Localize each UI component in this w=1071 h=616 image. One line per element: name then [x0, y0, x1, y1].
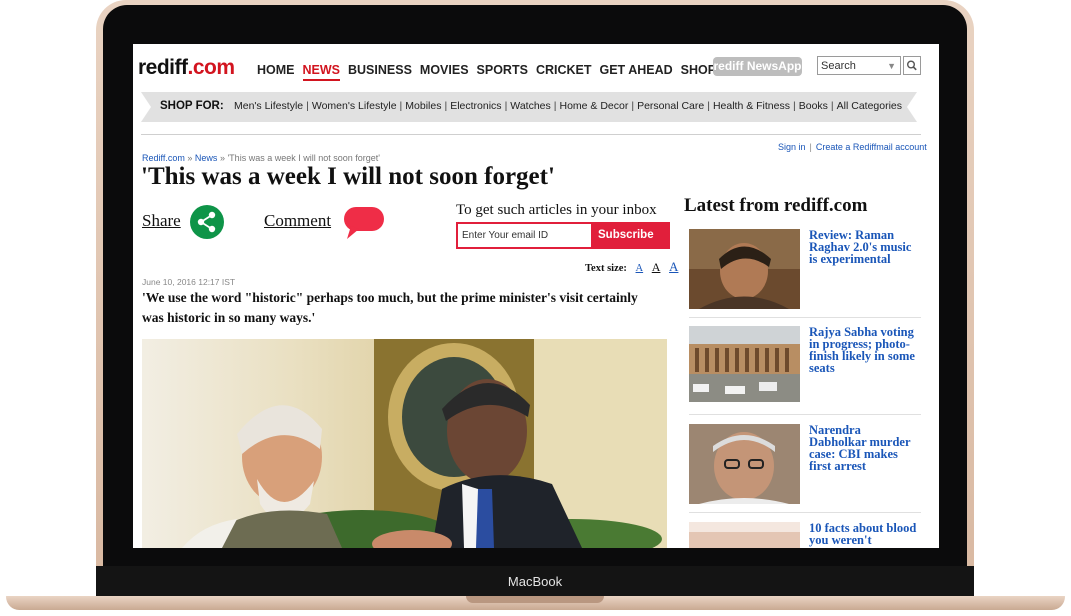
breadcrumb-separator: » [219, 153, 225, 163]
story-title[interactable]: Narendra Dabholkar murder case: CBI make… [809, 424, 921, 473]
laptop-notch [466, 596, 604, 603]
shop-link[interactable]: Watches [507, 100, 553, 112]
breadcrumb-separator: » [187, 153, 193, 163]
comment-bubble-icon[interactable] [343, 206, 385, 239]
share-icon[interactable] [190, 205, 224, 239]
story-thumbnail[interactable] [689, 229, 800, 309]
nav-news[interactable]: NEWS [302, 63, 340, 81]
story-title[interactable]: 10 facts about blood you weren't [809, 522, 921, 547]
nav-movies[interactable]: MOVIES [420, 63, 469, 81]
logo-suffix: .com [187, 56, 236, 79]
story-thumbnail[interactable] [689, 326, 800, 406]
nav-cricket[interactable]: CRICKET [536, 63, 592, 81]
nav-home[interactable]: HOME [257, 63, 295, 81]
text-size-control: Text size: A A A [585, 259, 678, 275]
breadcrumb-section[interactable]: News [195, 153, 218, 163]
search-button[interactable] [903, 56, 921, 75]
logo-main: rediff [138, 56, 188, 79]
nav-get-ahead[interactable]: GET AHEAD [600, 63, 673, 81]
article-photo [142, 339, 667, 548]
shop-link[interactable]: Books [796, 100, 831, 112]
text-size-label: Text size: [585, 263, 627, 274]
shop-bar-notch-left [141, 92, 151, 122]
nav-sports[interactable]: SPORTS [477, 63, 528, 81]
article-standfirst: 'We use the word "historic" perhaps too … [142, 290, 638, 325]
nav-business[interactable]: BUSINESS [348, 63, 412, 81]
news-app-button[interactable]: rediff NewsApp [713, 57, 802, 76]
share-link[interactable]: Share [142, 211, 181, 231]
shop-link[interactable]: Health & Fitness [710, 100, 793, 112]
laptop-brand-label: MacBook [507, 574, 563, 589]
story-thumbnail[interactable] [689, 424, 800, 504]
search-placeholder: Search [821, 60, 856, 72]
shop-label: SHOP FOR: [160, 100, 224, 112]
story-thumbnail[interactable] [689, 522, 800, 548]
shop-link[interactable]: Personal Care [634, 100, 707, 112]
search-input[interactable]: Search ▼ [817, 56, 901, 75]
shop-link[interactable]: Mobiles [402, 100, 444, 112]
breadcrumb-home[interactable]: Rediff.com [142, 153, 185, 163]
breadcrumb: Rediff.com » News » 'This was a week I w… [142, 153, 380, 163]
newsletter-prompt: To get such articles in your inbox [456, 202, 657, 218]
chevron-down-icon[interactable]: ▼ [887, 57, 896, 76]
sidebar-divider [689, 512, 921, 513]
shop-link[interactable]: Men's Lifestyle [231, 100, 306, 112]
story-title[interactable]: Rajya Sabha voting in progress; photo-fi… [809, 326, 921, 375]
email-field[interactable]: Enter Your email ID [456, 222, 593, 249]
text-size-medium[interactable]: A [652, 260, 661, 274]
shop-link[interactable]: All Categories [834, 100, 905, 112]
article-title: 'This was a week I will not soon forget' [141, 163, 555, 190]
subscribe-button[interactable]: Subscribe [592, 222, 670, 249]
shop-link[interactable]: Electronics [447, 100, 504, 112]
account-separator: | [809, 142, 812, 152]
text-size-small[interactable]: A [636, 263, 644, 274]
sign-in-link[interactable]: Sign in [778, 142, 806, 152]
shop-bar-notch-right [907, 92, 917, 122]
browser-screen: rediff.com HOME NEWS BUSINESS MOVIES SPO… [133, 44, 939, 548]
main-nav: HOME NEWS BUSINESS MOVIES SPORTS CRICKET… [257, 63, 755, 81]
article-date: June 10, 2016 12:17 IST [142, 277, 236, 287]
breadcrumb-current: 'This was a week I will not soon forget' [227, 153, 380, 163]
shop-link[interactable]: Women's Lifestyle [309, 100, 400, 112]
header-divider [141, 134, 921, 135]
comment-link[interactable]: Comment [264, 211, 331, 231]
sidebar-divider [689, 317, 921, 318]
account-links: Sign in | Create a Rediffmail account [778, 142, 927, 152]
story-title[interactable]: Review: Raman Raghav 2.0's music is expe… [809, 229, 921, 266]
sidebar-divider [689, 414, 921, 415]
search-icon [907, 60, 917, 71]
shop-links: Men's Lifestyle | Women's Lifestyle | Mobi… [231, 100, 905, 112]
text-size-large[interactable]: A [669, 259, 678, 274]
shop-bar: SHOP FOR: Men's Lifestyle | Women's Lifes… [141, 92, 917, 122]
shop-link[interactable]: Home & Decor [557, 100, 632, 112]
site-logo[interactable]: rediff.com [138, 56, 235, 80]
sidebar-title: Latest from rediff.com [684, 195, 868, 216]
create-account-link[interactable]: Create a Rediffmail account [816, 142, 927, 152]
